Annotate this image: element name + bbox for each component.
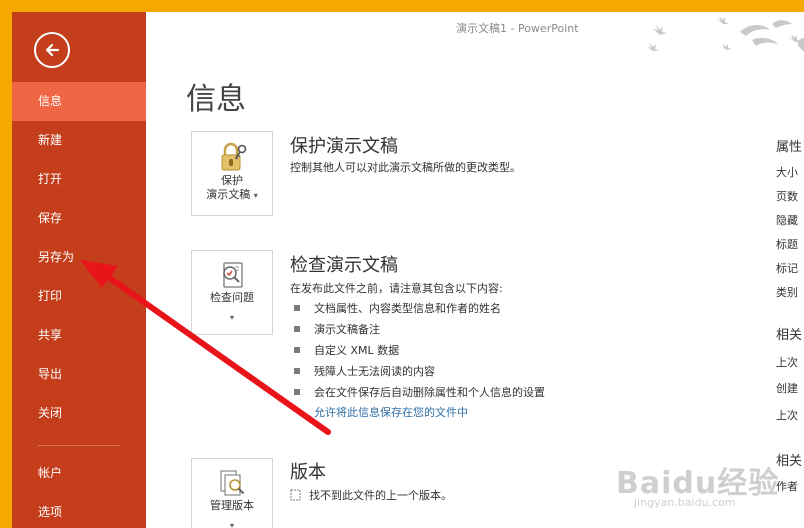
back-button[interactable]	[34, 32, 70, 68]
versions-section-title: 版本	[290, 462, 326, 483]
nav-item-print[interactable]: 打印	[12, 277, 146, 316]
nav-divider	[38, 445, 120, 446]
document-icon	[290, 489, 301, 501]
properties-panel: 属性 大小 页数 隐藏 标题 标记 类别 相关 上次 创建 上次 相关 作者	[776, 12, 804, 528]
dropdown-caret-icon: ▾	[229, 521, 234, 528]
property-label: 大小	[776, 166, 798, 179]
lock-key-icon	[221, 142, 247, 171]
inspect-bullet-list: 文档属性、内容类型信息和作者的姓名 演示文稿备注 自定义 XML 数据 残障人士…	[292, 298, 545, 403]
date-label: 上次	[776, 356, 798, 369]
back-arrow-icon	[45, 43, 60, 57]
dropdown-caret-icon: ▾	[229, 313, 234, 322]
list-item: 会在文件保存后自动删除属性和个人信息的设置	[292, 382, 545, 403]
check-for-issues-button[interactable]: 检查问题 ▾	[191, 250, 273, 335]
nav-item-save-as[interactable]: 另存为	[12, 238, 146, 277]
related-dates-header: 相关	[776, 328, 803, 343]
backstage-nav-bottom: 帐户 选项	[12, 454, 146, 528]
date-label: 创建	[776, 382, 798, 395]
list-item: 文档属性、内容类型信息和作者的姓名	[292, 298, 545, 319]
watermark-url: jingyan.baidu.com	[634, 496, 736, 509]
protect-presentation-label-line1: 保护	[221, 174, 243, 187]
inspect-document-icon	[223, 262, 243, 288]
nav-item-close[interactable]: 关闭	[12, 394, 146, 433]
property-label: 隐藏	[776, 214, 798, 227]
allow-save-info-link[interactable]: 允许将此信息保存在您的文件中	[314, 404, 468, 420]
versions-description-text: 找不到此文件的上一个版本。	[309, 489, 452, 502]
powerpoint-backstage-window: 信息 新建 打开 保存 另存为 打印 共享 导出 关闭 帐户 选项 演示文稿1 …	[12, 12, 804, 528]
date-label: 上次	[776, 409, 798, 422]
backstage-nav: 信息 新建 打开 保存 另存为 打印 共享 导出 关闭	[12, 82, 146, 433]
people-label: 作者	[776, 480, 798, 493]
nav-item-account[interactable]: 帐户	[12, 454, 146, 493]
manage-versions-icon	[220, 470, 245, 496]
check-for-issues-label: 检查问题	[210, 291, 254, 304]
manage-versions-label: 管理版本	[210, 499, 254, 512]
protect-presentation-label-line2: 演示文稿 ▾	[192, 188, 272, 203]
nav-item-export[interactable]: 导出	[12, 355, 146, 394]
protect-presentation-label-text: 演示文稿	[206, 188, 251, 201]
versions-section-description: 找不到此文件的上一个版本。	[290, 487, 452, 503]
nav-item-share[interactable]: 共享	[12, 316, 146, 355]
manage-versions-button[interactable]: 管理版本 ▾	[191, 458, 273, 528]
nav-item-info[interactable]: 信息	[12, 82, 146, 121]
list-item: 自定义 XML 数据	[292, 340, 545, 361]
list-item: 演示文稿备注	[292, 319, 545, 340]
nav-item-new[interactable]: 新建	[12, 121, 146, 160]
property-label: 页数	[776, 190, 798, 203]
property-label: 类别	[776, 286, 798, 299]
nav-item-open[interactable]: 打开	[12, 160, 146, 199]
window-title: 演示文稿1 - PowerPoint	[456, 22, 579, 35]
dropdown-caret-icon: ▾	[253, 191, 258, 200]
list-item: 残障人士无法阅读的内容	[292, 361, 545, 382]
backstage-sidebar: 信息 新建 打开 保存 另存为 打印 共享 导出 关闭 帐户 选项	[12, 12, 146, 528]
protect-section-title: 保护演示文稿	[290, 136, 398, 157]
nav-item-save[interactable]: 保存	[12, 199, 146, 238]
nav-item-options[interactable]: 选项	[12, 493, 146, 528]
protect-presentation-button[interactable]: 保护 演示文稿 ▾	[191, 131, 273, 216]
related-people-header: 相关	[776, 454, 803, 469]
inspect-section-description: 在发布此文件之前，请注意其包含以下内容:	[290, 282, 503, 295]
properties-header: 属性	[776, 140, 803, 155]
property-label: 标题	[776, 238, 798, 251]
inspect-section-title: 检查演示文稿	[290, 255, 398, 276]
protect-section-description: 控制其他人可以对此演示文稿所做的更改类型。	[290, 161, 521, 174]
page-title: 信息	[186, 82, 246, 117]
property-label: 标记	[776, 262, 798, 275]
